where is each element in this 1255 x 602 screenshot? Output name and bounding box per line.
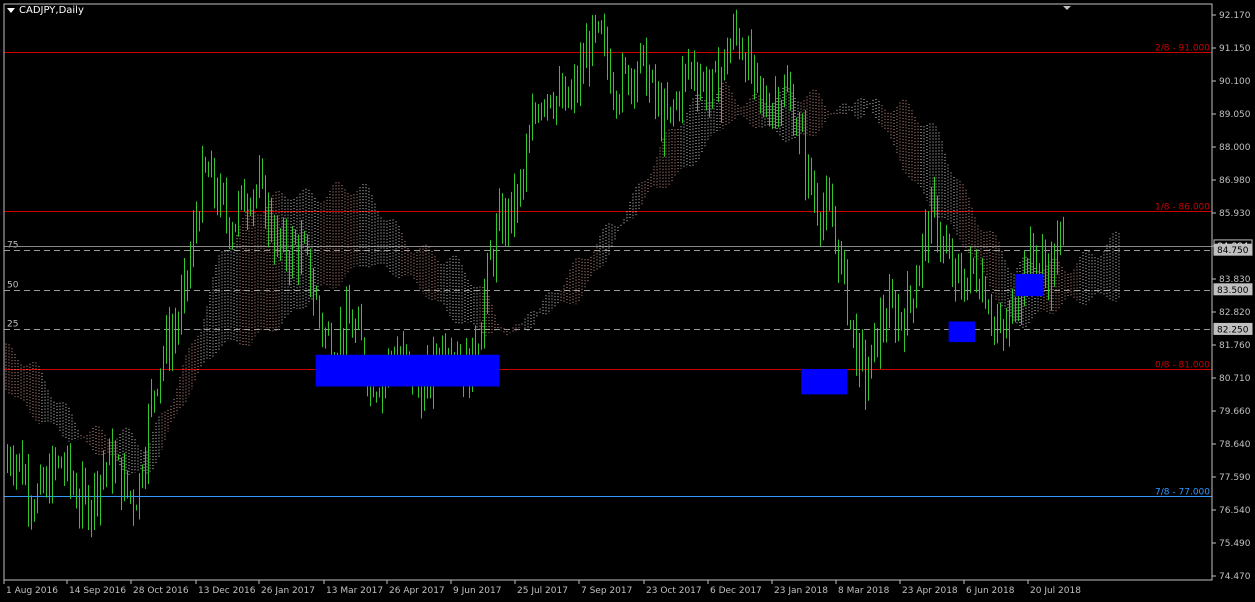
price-tick-label: 88.000 <box>1219 143 1251 153</box>
time-tick-label: 14 Sep 2016 <box>69 586 126 596</box>
price-tick-label: 89.050 <box>1219 110 1251 120</box>
murrey-level-label: 1/8 - 86.000 <box>1155 203 1210 213</box>
price-tick-label: 90.100 <box>1219 77 1251 87</box>
price-tick-label: 82.820 <box>1219 308 1251 318</box>
price-tick-label: 81.760 <box>1219 341 1251 351</box>
price-tick-label: 76.540 <box>1219 506 1251 516</box>
dropdown-triangle-icon[interactable] <box>7 7 15 13</box>
time-tick-label: 9 Jun 2017 <box>453 586 501 596</box>
chart-title[interactable]: CADJPY,Daily <box>7 5 84 16</box>
time-tick-label: 20 Jul 2018 <box>1030 586 1081 596</box>
percent-level-label: 75 <box>7 241 18 251</box>
symbol-title: CADJPY,Daily <box>19 5 84 16</box>
price-tick-label: 75.490 <box>1219 539 1251 549</box>
demand-zone-rect[interactable] <box>801 369 848 395</box>
demand-zone-rect[interactable] <box>948 321 976 343</box>
murrey-level-label: 0/8 - 81.000 <box>1155 361 1210 371</box>
time-tick-label: 6 Jun 2018 <box>966 586 1015 596</box>
time-tick-label: 26 Jan 2017 <box>261 586 315 596</box>
time-tick-label: 1 Aug 2016 <box>6 586 58 596</box>
price-tick-label: 80.710 <box>1219 374 1251 384</box>
murrey-level-label: 2/8 - 91.000 <box>1155 44 1210 54</box>
percent-level-label: 25 <box>7 320 18 330</box>
price-tick-label: 91.150 <box>1219 44 1251 54</box>
time-tick-label: 23 Jan 2018 <box>774 586 828 596</box>
time-tick-label: 23 Oct 2017 <box>646 586 702 596</box>
price-tick-label: 79.660 <box>1219 407 1251 417</box>
demand-zone-rect[interactable] <box>1015 273 1043 297</box>
time-tick-label: 7 Sep 2017 <box>581 586 632 596</box>
price-tick-label: 85.930 <box>1219 209 1251 219</box>
time-tick-label: 6 Dec 2017 <box>710 586 762 596</box>
time-tick-label: 23 Apr 2018 <box>902 586 958 596</box>
time-tick-label: 28 Oct 2016 <box>133 586 189 596</box>
time-tick-label: 26 Apr 2017 <box>389 586 445 596</box>
time-tick-label: 25 Jul 2017 <box>517 586 568 596</box>
price-tick-label: 92.170 <box>1219 11 1251 21</box>
murrey-level-label: 7/8 - 77.000 <box>1155 488 1210 498</box>
price-tick-label: 77.590 <box>1219 473 1251 483</box>
time-tick-label: 13 Mar 2017 <box>326 586 383 596</box>
price-tick-label: 78.640 <box>1219 440 1251 450</box>
time-tick-label: 8 Mar 2018 <box>838 586 890 596</box>
chart-shift-icon[interactable] <box>1063 6 1071 10</box>
price-chart[interactable]: 2/8 - 91.000 1/8 - 86.000 0/8 - 81.000 7/8 … <box>0 0 1255 602</box>
price-label-text: 82.250 <box>1217 325 1249 335</box>
price-label-text: 84.750 <box>1217 246 1249 256</box>
percent-level-label: 50 <box>7 281 19 291</box>
time-tick-label: 13 Dec 2016 <box>198 586 256 596</box>
price-tick-label: 74.470 <box>1219 572 1251 582</box>
demand-zone-rect[interactable] <box>315 354 500 387</box>
price-tick-label: 86.980 <box>1219 176 1251 186</box>
price-label-text: 83.500 <box>1217 286 1249 296</box>
